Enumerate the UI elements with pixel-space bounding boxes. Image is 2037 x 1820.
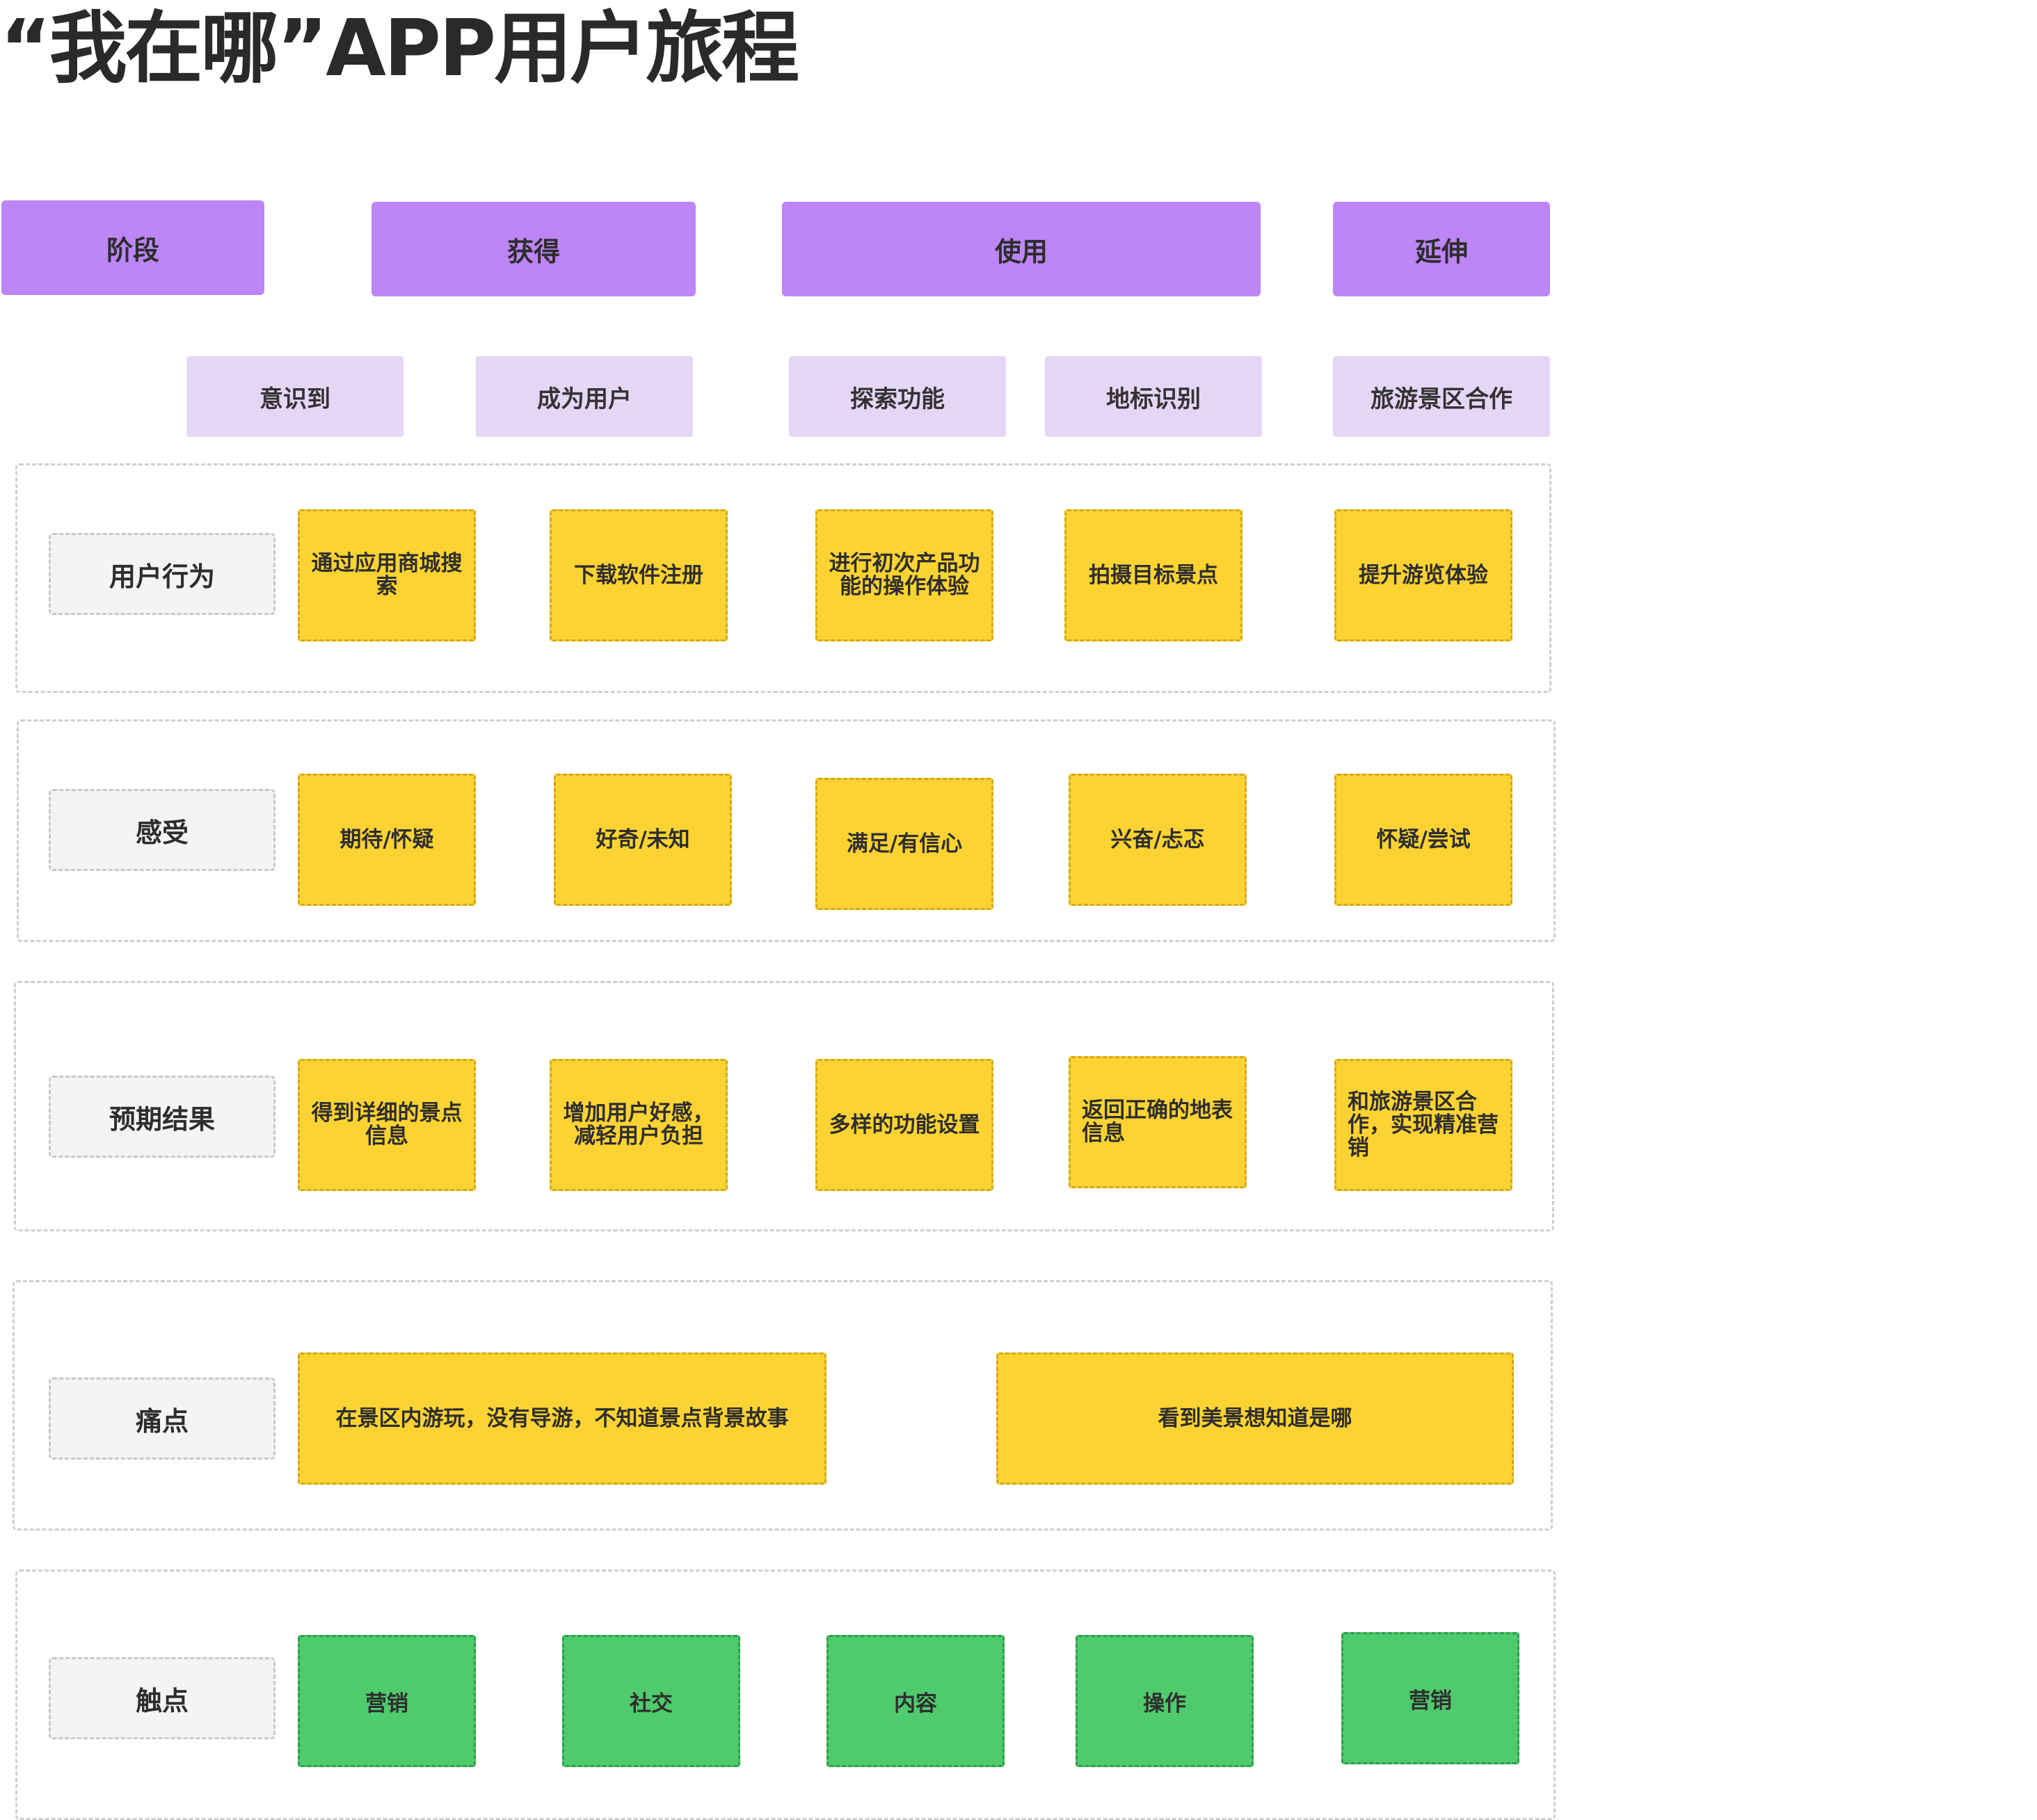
row-label-pain: 痛点	[49, 1378, 275, 1460]
substage-landmark: 地标识别	[1045, 356, 1262, 437]
sticky-note: 满足/有信心	[815, 778, 993, 910]
sticky-note: 下载软件注册	[550, 509, 728, 641]
sticky-note: 期待/怀疑	[298, 774, 476, 906]
sticky-note-green: 内容	[826, 1635, 1005, 1767]
sticky-note-green: 社交	[562, 1635, 740, 1767]
sticky-note: 怀疑/尝试	[1334, 774, 1512, 906]
sticky-note: 多样的功能设置	[815, 1059, 993, 1191]
page-title: “我在哪”APP用户旅程	[0, 3, 799, 94]
substage-partnership: 旅游景区合作	[1333, 356, 1550, 437]
sticky-note: 拍摄目标景点	[1064, 509, 1243, 641]
sticky-note: 在景区内游玩，没有导游，不知道景点背景故事	[298, 1352, 826, 1485]
sticky-note: 进行初次产品功能的操作体验	[815, 509, 993, 641]
substage-become-user: 成为用户	[476, 356, 693, 437]
substage-aware: 意识到	[186, 356, 404, 437]
row-label-behavior: 用户行为	[49, 533, 275, 615]
sticky-note: 增加用户好感，减轻用户负担	[550, 1059, 728, 1191]
row-label-feeling: 感受	[49, 789, 275, 871]
sticky-note-green: 营销	[298, 1635, 476, 1767]
sticky-note: 和旅游景区合作，实现精准营销	[1334, 1059, 1512, 1191]
sticky-note-green: 营销	[1341, 1632, 1519, 1764]
substage-explore: 探索功能	[789, 356, 1006, 437]
sticky-note: 提升游览体验	[1334, 509, 1512, 641]
row-label-expectation: 预期结果	[49, 1076, 275, 1158]
sticky-note: 得到详细的景点信息	[298, 1059, 476, 1191]
sticky-note: 返回正确的地表信息	[1069, 1056, 1247, 1188]
sticky-note-green: 操作	[1076, 1635, 1254, 1767]
sticky-note: 通过应用商城搜索	[298, 509, 476, 641]
sticky-note: 兴奋/忐忑	[1069, 774, 1247, 906]
sticky-note: 看到美景想知道是哪	[996, 1352, 1514, 1485]
stage-header-extend: 延伸	[1333, 202, 1550, 296]
row-label-touch: 触点	[49, 1657, 275, 1739]
stage-header-acquire: 获得	[372, 202, 696, 296]
stage-header-phase: 阶段	[1, 200, 264, 295]
stage-header-use: 使用	[782, 202, 1261, 296]
sticky-note: 好奇/未知	[554, 774, 732, 906]
